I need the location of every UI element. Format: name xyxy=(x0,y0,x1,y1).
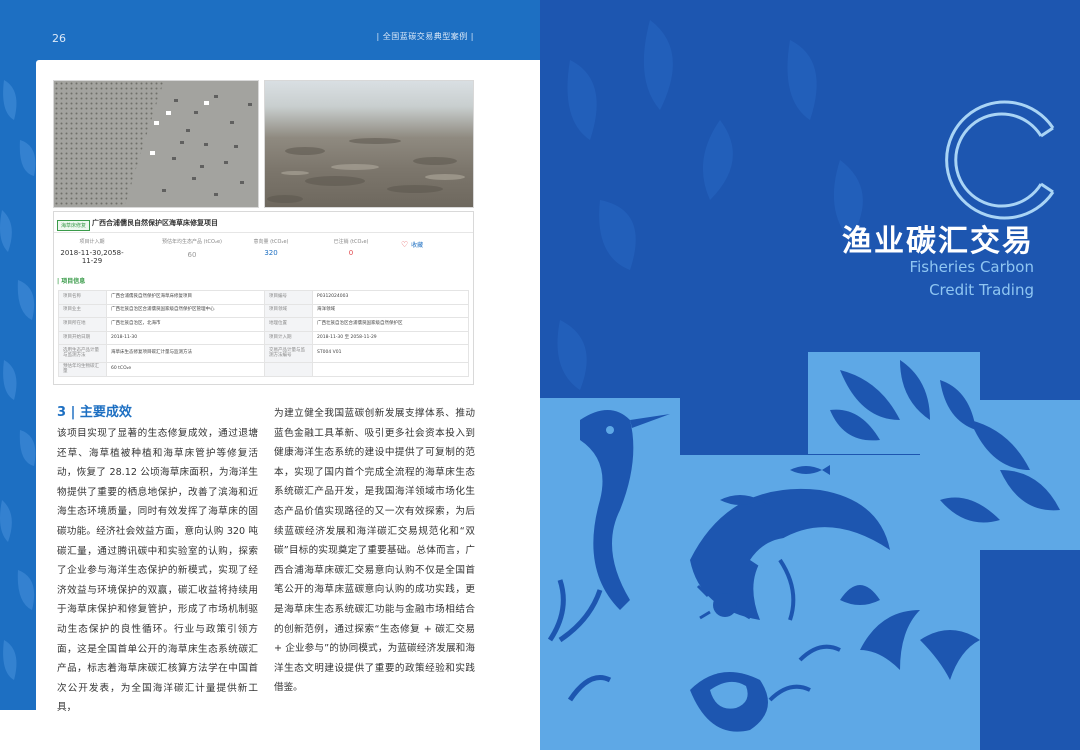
table-row: 预估年均生物碳汇量 60 tCO₂e xyxy=(58,362,469,377)
table-key xyxy=(264,362,313,377)
table-value: 2018-11-30 至 2058-11-29 xyxy=(312,330,469,346)
chapter-title-en-line2: Credit Trading xyxy=(929,281,1034,299)
table-value: 60 tCO₂e xyxy=(106,362,265,377)
section-heading: 3 | 主要成效 xyxy=(57,405,132,420)
table-key: 项目领域 xyxy=(264,303,313,319)
running-head: | 全国蓝碳交易典型案例 | xyxy=(376,32,474,41)
table-key: 选用生态产品计量与监测方法 xyxy=(58,344,107,364)
stat-label: 项目计入期 xyxy=(79,239,105,245)
table-value: 广西合浦儒艮自然保护区海草床修复项目 xyxy=(106,290,265,305)
body-text-column-2: 为建立健全我国蓝碳创新发展支撑体系、推动蓝色金融工具革新、吸引更多社会资本投入到… xyxy=(274,408,475,694)
restoration-photo-mudflat xyxy=(264,80,474,208)
project-info-card: 海草床修复 广西合浦儒艮自然保护区海草床修复项目 项目计入期 2018-11-3… xyxy=(53,211,474,385)
stat-crediting-period: 项目计入期 2018-11-30,2058-11-29 xyxy=(60,238,124,265)
table-value xyxy=(312,362,469,377)
table-row: 项目名称 广西合浦儒艮自然保护区海草床修复项目 项目编号 P0312024003 xyxy=(58,290,469,305)
section-project-info: | 项目信息 xyxy=(57,278,86,285)
project-title: 广西合浦儒艮自然保护区海草床修复项目 xyxy=(92,219,218,227)
table-value: 2018-11-30 xyxy=(106,330,265,346)
stat-label: 已注销 (tCO₂e) xyxy=(333,239,369,245)
stat-label: 预估年均生态产品 (tCO₂e) xyxy=(162,239,222,245)
table-value: 广西壮族自治区，北海市 xyxy=(106,317,265,332)
favorite-label: 收藏 xyxy=(411,242,424,249)
table-key: 项目名称 xyxy=(58,290,107,305)
table-key: 项目编号 xyxy=(264,290,313,305)
left-page: 26 | 全国蓝碳交易典型案例 | 海草床修复 广西合浦儒艮自然保护区海草床修复… xyxy=(0,0,540,750)
stat-value: 0 xyxy=(348,249,354,257)
table-key: 项目所在地 xyxy=(58,317,107,332)
chapter-title-en: Fisheries Carbon Credit Trading xyxy=(910,256,1034,302)
table-key: 项目开始日期 xyxy=(58,330,107,346)
table-key: 地理位置 xyxy=(264,317,313,332)
project-info-table: 项目名称 广西合浦儒艮自然保护区海草床修复项目 项目编号 P0312024003… xyxy=(58,290,469,377)
favorite-button[interactable]: ♡ 收藏 xyxy=(401,240,423,249)
table-value: 广西壮族自治区合浦儒艮国家级自然保护区 xyxy=(312,317,469,332)
body-text-column-1: 该项目实现了显著的生态修复成效，通过退塘还草、海草植被种植和海草床管护等修复活动… xyxy=(57,428,258,714)
table-value: P0312024003 xyxy=(312,290,469,305)
table-row: 项目开始日期 2018-11-30 项目计入期 2018-11-30 至 205… xyxy=(58,330,469,346)
stat-value: 2018-11-30,2058-11-29 xyxy=(60,249,124,265)
table-row: 项目所在地 广西壮族自治区，北海市 地理位置 广西壮族自治区合浦儒艮国家级自然保… xyxy=(58,317,469,332)
stat-retired: 已注销 (tCO₂e) 0 xyxy=(316,238,386,257)
table-key: 交易产品计量与监测方法编号 xyxy=(264,344,313,364)
table-value: 海洋领域 xyxy=(312,303,469,319)
table-value: 广西壮族自治区合浦儒艮国家级自然保护区管理中心 xyxy=(106,303,265,319)
table-value: 海草床生态修复项目碳汇计量与监测方法 xyxy=(106,344,265,364)
table-key: 项目计入期 xyxy=(264,330,313,346)
stat-value: 60 xyxy=(187,251,197,259)
right-page-cover: 渔业碳汇交易 Fisheries Carbon Credit Trading xyxy=(540,0,1080,750)
table-value: ST004 V01 xyxy=(312,344,469,364)
heart-icon: ♡ xyxy=(401,240,409,249)
stat-intended-volume: 意向量 (tCO₂e) 320 xyxy=(236,238,306,257)
stat-value: 320 xyxy=(264,249,278,257)
table-row: 选用生态产品计量与监测方法 海草床生态修复项目碳汇计量与监测方法 交易产品计量与… xyxy=(58,344,469,364)
chapter-title-en-line1: Fisheries Carbon xyxy=(909,258,1034,276)
section-title: 项目信息 xyxy=(61,278,86,285)
table-row: 项目业主 广西壮族自治区合浦儒艮国家级自然保护区管理中心 项目领域 海洋领域 xyxy=(58,303,469,319)
table-key: 项目业主 xyxy=(58,303,107,319)
page-number: 26 xyxy=(52,32,66,45)
table-key: 预估年均生物碳汇量 xyxy=(58,362,107,377)
chapter-title-cn: 渔业碳汇交易 xyxy=(842,224,1034,259)
card-divider xyxy=(54,232,473,233)
restoration-photo-aerial xyxy=(53,80,259,208)
page-spread: 26 | 全国蓝碳交易典型案例 | 海草床修复 广西合浦儒艮自然保护区海草床修复… xyxy=(0,0,1080,750)
stat-annual-estimate: 预估年均生态产品 (tCO₂e) 60 xyxy=(150,238,234,259)
letter-c-icon xyxy=(945,100,1055,220)
stat-label: 意向量 (tCO₂e) xyxy=(253,239,289,245)
project-type-tag: 海草床修复 xyxy=(57,220,91,231)
